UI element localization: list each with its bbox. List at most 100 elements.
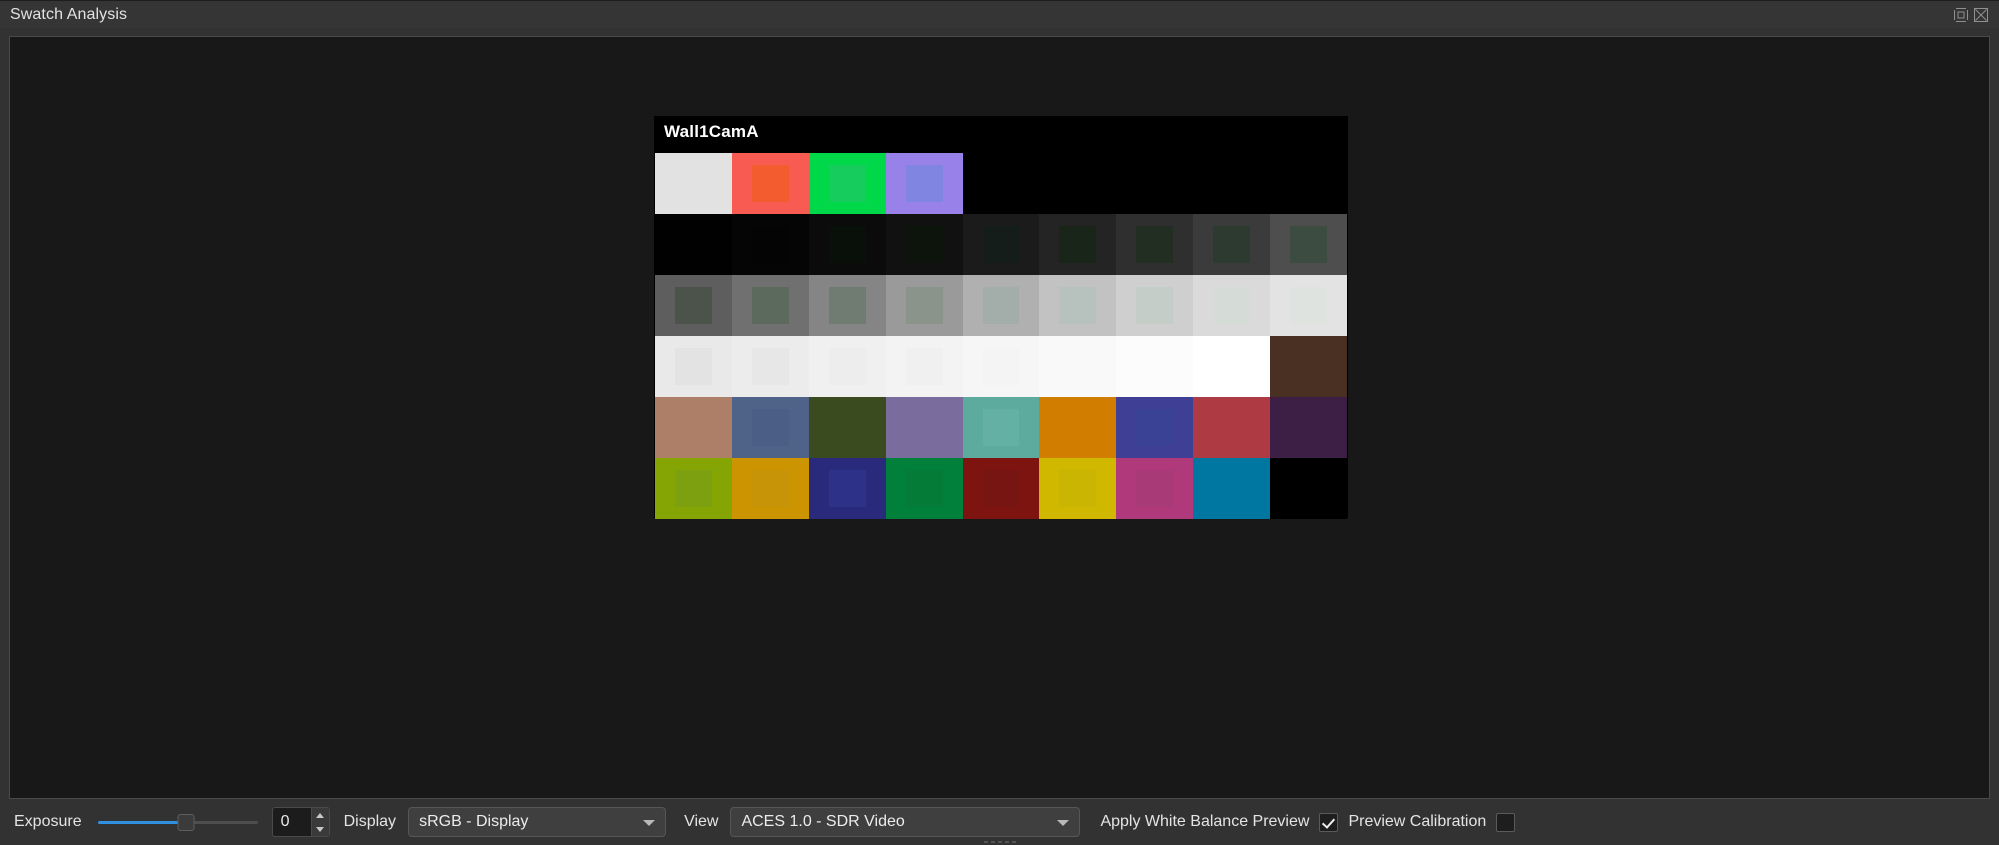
panel-titlebar: Swatch Analysis	[0, 0, 1999, 28]
spin-up-icon[interactable]	[312, 808, 329, 822]
swatch-cell-reference	[982, 287, 1020, 324]
swatch-cell[interactable]	[962, 336, 1040, 397]
view-label: View	[684, 813, 719, 830]
display-colorspace-dropdown[interactable]: sRGB - Display	[408, 807, 667, 837]
swatch-cell[interactable]	[1039, 214, 1117, 275]
swatch-cell[interactable]	[1270, 458, 1348, 519]
swatch-cell[interactable]	[808, 397, 886, 458]
swatch-cell-reference	[674, 226, 712, 263]
swatch-cell[interactable]	[885, 336, 963, 397]
swatch-cell-reference	[751, 348, 789, 385]
swatch-cell[interactable]	[885, 153, 963, 214]
primaries-row	[655, 153, 1348, 214]
swatch-cell[interactable]	[1116, 458, 1194, 519]
saturated-colors-row	[655, 458, 1348, 519]
swatch-cell-reference	[982, 348, 1020, 385]
swatch-cell[interactable]	[885, 397, 963, 458]
swatch-cell[interactable]	[655, 458, 732, 519]
swatch-cell[interactable]	[808, 275, 886, 336]
float-window-icon[interactable]	[1953, 6, 1969, 23]
swatch-cell[interactable]	[1193, 397, 1271, 458]
swatch-cell-reference	[674, 409, 712, 446]
spin-down-icon[interactable]	[312, 822, 329, 836]
swatch-cell[interactable]	[731, 275, 809, 336]
swatch-cell[interactable]	[1039, 336, 1117, 397]
swatch-cell[interactable]	[731, 458, 809, 519]
swatch-cell[interactable]	[962, 458, 1040, 519]
swatch-cell[interactable]	[731, 336, 809, 397]
swatch-cell[interactable]	[1039, 397, 1117, 458]
swatch-cell[interactable]	[655, 214, 732, 275]
swatch-cell-reference	[1290, 287, 1328, 324]
swatch-cell[interactable]	[885, 275, 963, 336]
swatch-cell[interactable]	[731, 153, 809, 214]
swatch-cell[interactable]	[962, 214, 1040, 275]
swatch-cell-reference	[1213, 348, 1251, 385]
swatch-cell-reference	[905, 348, 943, 385]
swatch-cell[interactable]	[885, 458, 963, 519]
swatch-cell-reference	[982, 165, 1020, 202]
swatch-cell[interactable]	[1116, 336, 1194, 397]
resize-grip[interactable]	[983, 841, 1016, 843]
swatch-cell[interactable]	[962, 153, 1040, 214]
exposure-label: Exposure	[14, 813, 82, 830]
view-transform-value: ACES 1.0 - SDR Video	[741, 813, 905, 830]
swatch-cell-reference	[1059, 226, 1097, 263]
swatch-cell[interactable]	[1116, 275, 1194, 336]
swatch-cell[interactable]	[1039, 153, 1117, 214]
swatch-image-plate[interactable]: Wall1CamA	[654, 116, 1348, 519]
swatch-cell[interactable]	[885, 214, 963, 275]
swatch-viewer-canvas[interactable]: Wall1CamA	[9, 36, 1990, 799]
close-icon[interactable]	[1973, 7, 1989, 23]
view-transform-dropdown[interactable]: ACES 1.0 - SDR Video	[730, 807, 1081, 837]
swatch-cell-reference	[982, 226, 1020, 263]
swatch-cell-reference	[1136, 226, 1174, 263]
swatch-cell[interactable]	[1116, 214, 1194, 275]
swatch-cell[interactable]	[655, 397, 732, 458]
swatch-cell-reference	[751, 409, 789, 446]
swatch-cell[interactable]	[1116, 397, 1194, 458]
swatch-cell[interactable]	[655, 336, 732, 397]
swatch-cell[interactable]	[731, 397, 809, 458]
apply-white-balance-checkbox[interactable]	[1319, 812, 1339, 832]
swatch-cell-reference	[1290, 165, 1328, 202]
swatch-cell[interactable]	[1193, 458, 1271, 519]
swatch-cell[interactable]	[1193, 214, 1271, 275]
swatch-cell[interactable]	[808, 336, 886, 397]
swatch-cell-reference	[905, 226, 943, 263]
display-label: Display	[343, 813, 397, 830]
swatch-cell-reference	[905, 470, 943, 507]
exposure-slider-handle[interactable]	[177, 813, 195, 831]
swatch-cell[interactable]	[1193, 153, 1271, 214]
swatch-cell[interactable]	[1270, 275, 1348, 336]
swatch-cell-reference	[1136, 287, 1174, 324]
swatch-cell-reference	[751, 226, 789, 263]
swatch-cell[interactable]	[1270, 397, 1348, 458]
swatch-cell[interactable]	[1039, 458, 1117, 519]
exposure-value-field[interactable]: 0	[273, 808, 311, 836]
swatch-cell-reference	[1213, 409, 1251, 446]
swatch-cell[interactable]	[655, 153, 732, 214]
exposure-spinbox[interactable]: 0	[271, 807, 330, 837]
swatch-cell-reference	[1059, 470, 1097, 507]
swatch-cell[interactable]	[808, 214, 886, 275]
swatch-cell[interactable]	[1270, 153, 1348, 214]
swatch-cell[interactable]	[962, 397, 1040, 458]
swatch-cell-reference	[982, 409, 1020, 446]
swatch-cell[interactable]	[1270, 336, 1348, 397]
swatch-cell[interactable]	[1116, 153, 1194, 214]
swatch-cell[interactable]	[1193, 275, 1271, 336]
swatch-cell[interactable]	[1193, 336, 1271, 397]
swatch-cell[interactable]	[962, 275, 1040, 336]
swatch-cell-reference	[1213, 470, 1251, 507]
preview-calibration-checkbox[interactable]	[1496, 812, 1516, 832]
swatch-cell[interactable]	[808, 153, 886, 214]
swatch-cell[interactable]	[731, 214, 809, 275]
swatch-cell[interactable]	[1270, 214, 1348, 275]
swatch-cell[interactable]	[655, 275, 732, 336]
swatch-cell-reference	[674, 348, 712, 385]
swatch-cell-reference	[828, 165, 866, 202]
swatch-cell[interactable]	[808, 458, 886, 519]
swatch-cell[interactable]	[1039, 275, 1117, 336]
exposure-slider[interactable]	[97, 812, 258, 832]
